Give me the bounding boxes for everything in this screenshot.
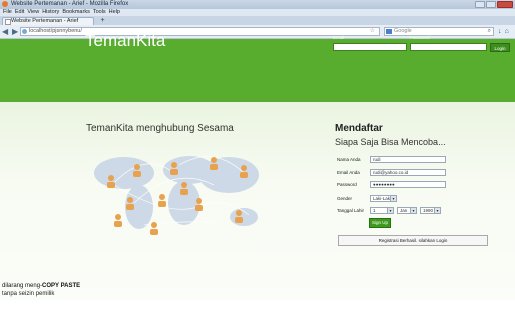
footer-prefix: dilarang meng- (2, 283, 43, 289)
tab-label: Website Pertemanan - Arief (11, 18, 79, 24)
close-button[interactable] (497, 1, 513, 8)
password-label: Password (337, 182, 357, 187)
password-label: Password (410, 35, 430, 40)
site-identity-icon[interactable] (22, 29, 27, 34)
browser-window: Website Pertemanan - Arief - Mozilla Fir… (0, 0, 515, 300)
gender-value: Laki-Laki (373, 196, 392, 201)
dob-day-value: 1 (373, 208, 376, 213)
menu-tools[interactable]: Tools (93, 9, 106, 15)
signup-subtitle: Siapa Saja Bisa Mencoba... (335, 137, 446, 147)
chevron-down-icon: ▾ (387, 208, 393, 213)
home-icon[interactable]: ⌂ (505, 28, 512, 35)
dob-label: Tanggal Lahir (337, 208, 365, 213)
gender-label: Gender (337, 196, 353, 201)
person-icon (150, 222, 158, 235)
navigation-bar: ◀ ▶ localhost/pjsnnybenu/ ☆ Google ⌕ ↓⌂ (0, 25, 515, 39)
person-icon (114, 214, 122, 227)
dob-month-value: Jan (400, 208, 408, 213)
title-bar: Website Pertemanan - Arief - Mozilla Fir… (0, 0, 515, 9)
footer-copy-notice: dilarang meng-COPY PASTE (2, 283, 80, 289)
password-field[interactable]: ●●●●●●●● (370, 181, 446, 188)
person-icon (158, 194, 166, 207)
dob-year-select[interactable]: 1990 ▾ (420, 207, 441, 214)
menu-history[interactable]: History (42, 9, 59, 15)
search-icon[interactable]: ⌕ (488, 28, 491, 35)
firefox-icon (2, 1, 8, 7)
social-network-map-image (94, 156, 259, 235)
search-placeholder: Google (394, 28, 412, 34)
search-bar[interactable]: Google ⌕ (384, 27, 494, 36)
menu-view[interactable]: View (27, 9, 39, 15)
registration-success-message: Registrasi Berhasil. silahkan Login (338, 235, 488, 246)
dob-day-select[interactable]: 1 ▾ (370, 207, 394, 214)
name-field[interactable]: rudi (370, 156, 446, 163)
tab-active[interactable]: Website Pertemanan - Arief (2, 17, 94, 25)
login-button[interactable]: Login (490, 43, 510, 52)
search-engine-icon[interactable] (386, 29, 392, 34)
menu-bookmarks[interactable]: Bookmarks (62, 9, 90, 15)
signup-title: Mendaftar (335, 123, 383, 134)
window-controls (475, 1, 513, 8)
back-arrow-icon[interactable]: ◀ (2, 27, 8, 36)
bookmark-star-icon[interactable]: ☆ (370, 28, 375, 35)
tab-bar: Website Pertemanan - Arief + (0, 16, 515, 25)
menu-edit[interactable]: Edit (15, 9, 24, 15)
chevron-down-icon: ▾ (434, 208, 440, 213)
maximize-button[interactable] (486, 1, 496, 8)
footer-copy-paste: COPY PASTE (42, 283, 81, 289)
chevron-down-icon: ▾ (390, 196, 396, 201)
menu-bar: File Edit View History Bookmarks Tools Help (0, 9, 515, 16)
new-tab-button[interactable]: + (98, 17, 107, 24)
email-field[interactable]: rudi@yahoo.co.id (370, 169, 446, 176)
email-label: Email Anda (337, 170, 360, 175)
address-bar[interactable]: localhost/pjsnnybenu/ ☆ (20, 27, 380, 36)
dob-year-value: 1990 (423, 208, 434, 213)
chevron-down-icon: ▾ (410, 208, 416, 213)
login-password-input[interactable] (410, 43, 487, 51)
login-email-input[interactable] (333, 43, 407, 51)
name-label: Nama Anda (337, 157, 361, 162)
forward-arrow-icon[interactable]: ▶ (12, 27, 18, 36)
dob-month-select[interactable]: Jan ▾ (397, 207, 417, 214)
sign-up-button[interactable]: Sign Up (369, 218, 391, 228)
window-title: Website Pertemanan - Arief - Mozilla Fir… (11, 1, 129, 7)
url-text: localhost/pjsnnybenu/ (29, 28, 82, 34)
footer-owner-notice: tanpa seizin pemilik (2, 291, 55, 297)
gender-select[interactable]: Laki-Laki ▾ (370, 195, 397, 202)
toolbar-icons: ↓⌂ (498, 27, 512, 36)
tagline: TemanKita menghubung Sesama (86, 123, 234, 134)
site-logo[interactable]: TemanKita (85, 31, 165, 51)
email-label: Email (333, 35, 345, 40)
menu-help[interactable]: Help (109, 9, 120, 15)
minimize-button[interactable] (475, 1, 485, 8)
menu-file[interactable]: File (3, 9, 12, 15)
